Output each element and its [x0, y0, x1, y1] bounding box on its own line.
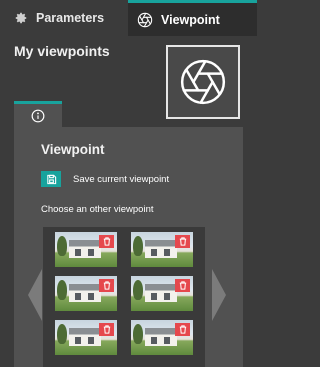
- trash-icon: [103, 237, 110, 246]
- panel-subtitle: Viewpoint: [41, 142, 105, 157]
- shutter-icon: [180, 59, 226, 105]
- delete-viewpoint-button[interactable]: [175, 279, 190, 292]
- trash-icon: [103, 281, 110, 290]
- carousel-next-arrow[interactable]: [212, 269, 226, 321]
- viewpoint-thumbnail[interactable]: [55, 276, 117, 311]
- floppy-disk-icon: [46, 174, 56, 184]
- delete-viewpoint-button[interactable]: [99, 279, 114, 292]
- viewpoint-panel: Viewpoint Save current viewpoint Choose …: [14, 127, 243, 367]
- trash-icon: [179, 281, 186, 290]
- page-title: My viewpoints: [14, 43, 110, 59]
- choose-viewpoint-label: Choose an other viewpoint: [41, 204, 154, 215]
- delete-viewpoint-button[interactable]: [99, 235, 114, 248]
- viewpoint-thumbnail[interactable]: [131, 320, 193, 355]
- delete-viewpoint-button[interactable]: [175, 323, 190, 336]
- delete-viewpoint-button[interactable]: [175, 235, 190, 248]
- trash-icon: [179, 325, 186, 334]
- trash-icon: [179, 237, 186, 246]
- tab-viewpoint-label: Viewpoint: [161, 12, 220, 27]
- viewpoint-thumbnail[interactable]: [131, 232, 193, 267]
- trash-icon: [103, 325, 110, 334]
- viewpoint-carousel: [43, 227, 205, 367]
- carousel-prev-arrow[interactable]: [28, 269, 42, 321]
- tab-parameters-label: Parameters: [36, 11, 105, 25]
- viewpoint-preview: [166, 45, 240, 119]
- shutter-icon: [137, 12, 153, 27]
- tab-parameters[interactable]: Parameters: [0, 0, 128, 36]
- save-viewpoint-label[interactable]: Save current viewpoint: [73, 174, 169, 185]
- save-viewpoint-button[interactable]: [41, 171, 61, 187]
- viewpoint-thumbnail[interactable]: [55, 232, 117, 267]
- viewpoint-thumbnail[interactable]: [131, 276, 193, 311]
- tab-bar: Parameters Viewpoint: [0, 0, 257, 36]
- gear-icon: [15, 12, 27, 24]
- tab-info[interactable]: [14, 101, 62, 127]
- viewpoint-thumbnail[interactable]: [55, 320, 117, 355]
- info-icon: [31, 109, 45, 122]
- delete-viewpoint-button[interactable]: [99, 323, 114, 336]
- tab-viewpoint[interactable]: Viewpoint: [128, 0, 257, 36]
